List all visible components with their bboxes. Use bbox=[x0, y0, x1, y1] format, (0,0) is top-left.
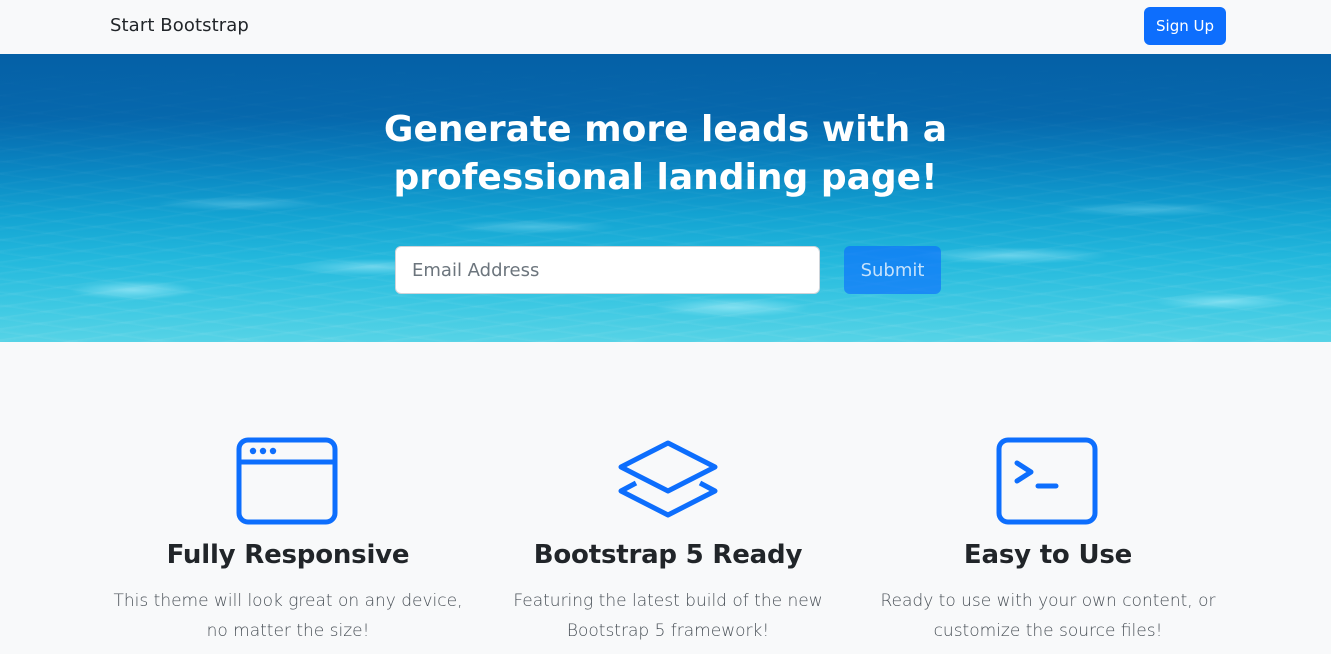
sign-up-button[interactable]: Sign Up bbox=[1144, 7, 1226, 45]
terminal-icon bbox=[996, 436, 1100, 526]
headline-line-2: professional landing page! bbox=[393, 157, 938, 198]
feature-title: Bootstrap 5 Ready bbox=[533, 540, 803, 570]
submit-button[interactable]: Submit bbox=[844, 246, 941, 294]
feature-text-line-1: Ready to use with your own content, or bbox=[880, 591, 1216, 611]
feature-text: This theme will look great on any device… bbox=[98, 586, 478, 646]
feature-text-line-2: no matter the size! bbox=[206, 621, 370, 641]
feature-title: Easy to Use bbox=[963, 540, 1133, 570]
headline-line-1: Generate more leads with a bbox=[383, 109, 948, 150]
layers-icon bbox=[616, 436, 720, 526]
email-input[interactable] bbox=[395, 246, 820, 294]
features-section: Fully Responsive This theme will look gr… bbox=[0, 342, 1331, 654]
feature-text-line-2: customize the source files! bbox=[933, 621, 1163, 641]
feature-text-line-1: Featuring the latest build of the new bbox=[513, 591, 823, 611]
feature-text-line-1: This theme will look great on any device… bbox=[113, 591, 463, 611]
feature-text: Ready to use with your own content, or c… bbox=[858, 586, 1238, 646]
masthead: Generate more leads with a professional … bbox=[0, 54, 1331, 342]
navbar: Start Bootstrap Sign Up bbox=[0, 0, 1331, 54]
feature-text: Featuring the latest build of the new Bo… bbox=[478, 586, 858, 646]
headline: Generate more leads with a professional … bbox=[0, 106, 1331, 202]
feature-text-line-2: Bootstrap 5 framework! bbox=[566, 621, 770, 641]
window-icon bbox=[236, 436, 340, 526]
feature-title: Fully Responsive bbox=[166, 540, 410, 570]
brand-link[interactable]: Start Bootstrap bbox=[110, 15, 249, 36]
